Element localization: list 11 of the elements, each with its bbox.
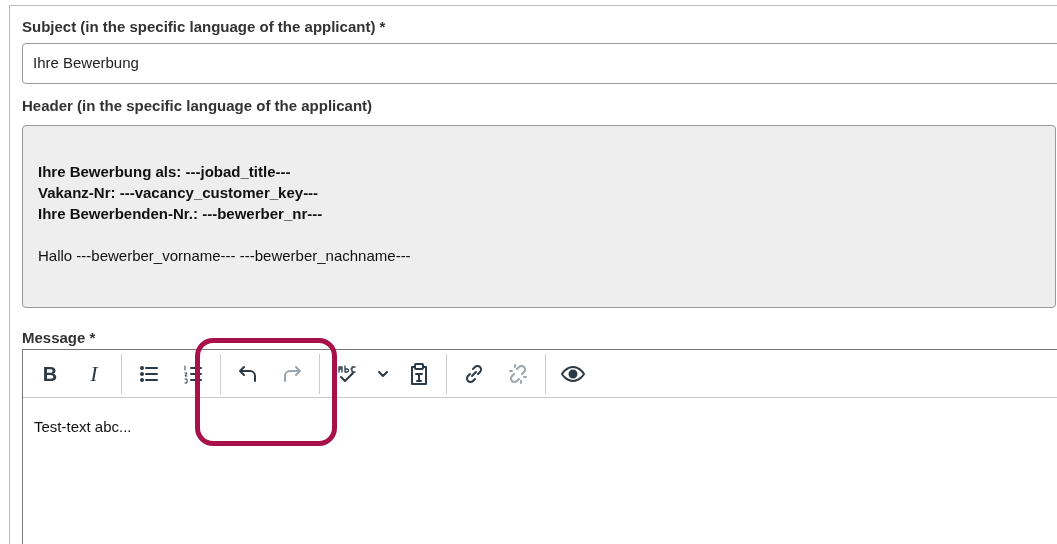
italic-button[interactable]: I [79,356,109,391]
field-label: Message * [22,328,97,348]
header-line: Vakanz-Nr: ---vacancy_customer_key--- [38,183,319,203]
header-line: Ihre Bewerbung als: ---jobad_title--- [38,162,291,182]
message-text[interactable]: Test-text abc... [23,398,1057,439]
bold-button[interactable]: B [35,356,65,391]
header-line: Ihre Bewerbenden-Nr.: ---bewerber_nr--- [38,204,323,224]
header-line: Hallo ---bewerber_vorname--- ---bewerber_nachname--- [38,246,411,266]
field-label: Subject (in the specific language of the applicant) * [22,17,387,37]
subject-field[interactable]: Ihre Bewerbung [22,43,1057,84]
field-label: Header (in the specific language of the applicant) [22,96,374,116]
